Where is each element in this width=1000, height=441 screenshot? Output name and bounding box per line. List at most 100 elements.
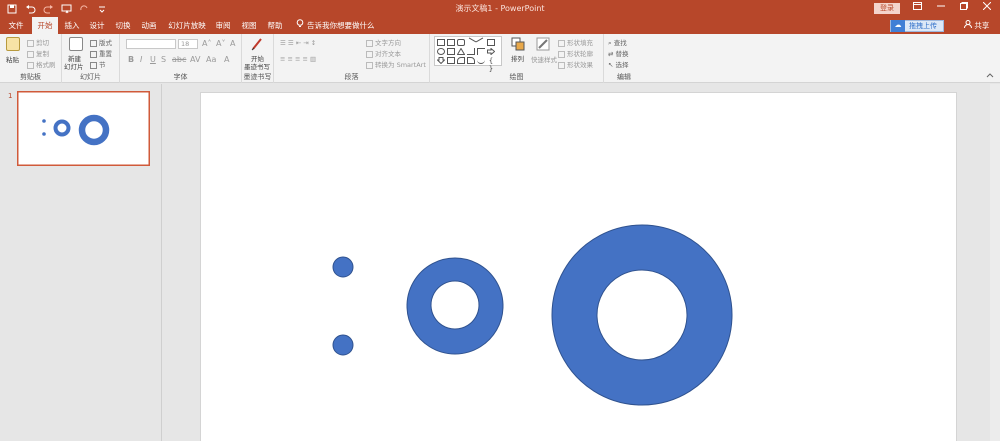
shape-elbow-icon[interactable] bbox=[467, 48, 475, 55]
quick-styles-button[interactable]: 快速样式 bbox=[531, 54, 557, 64]
slide-canvas[interactable] bbox=[200, 92, 957, 441]
replace-button[interactable]: ⇄ 替换 bbox=[608, 48, 629, 58]
shape-triangle-icon[interactable] bbox=[456, 47, 466, 55]
tab-view[interactable]: 视图 bbox=[238, 17, 260, 34]
shape-arrow-icon[interactable] bbox=[475, 37, 487, 48]
vertical-scrollbar[interactable] bbox=[990, 84, 1000, 441]
shape-curve-icon[interactable] bbox=[457, 57, 465, 64]
tab-review[interactable]: 审阅 bbox=[212, 17, 234, 34]
ribbon-display-options-icon[interactable] bbox=[910, 2, 924, 15]
arrange-button[interactable]: 排列 bbox=[511, 53, 524, 63]
shape-rect2-icon[interactable] bbox=[447, 48, 455, 55]
select-button[interactable]: ↖ 选择 bbox=[608, 59, 629, 69]
tab-home[interactable]: 开始 bbox=[32, 17, 58, 34]
start-inking-label2: 墨迹书写 bbox=[244, 63, 270, 71]
group-clipboard: 粘贴 剪切 复制 格式刷 剪贴板 bbox=[0, 34, 62, 83]
shape-elbow2-icon[interactable] bbox=[477, 48, 485, 55]
strikethrough-icon[interactable]: abc bbox=[172, 55, 186, 64]
small-circle-top bbox=[332, 256, 354, 278]
align-icons[interactable]: ≡ ≡ ≡ ≡ ▥ bbox=[280, 55, 316, 63]
shape-arc-icon[interactable] bbox=[467, 57, 475, 64]
close-icon[interactable] bbox=[980, 1, 994, 15]
clear-format-icon[interactable]: A bbox=[230, 39, 235, 48]
shape-rect-icon[interactable] bbox=[437, 39, 445, 46]
layout-label: 版式 bbox=[99, 39, 112, 47]
tab-insert[interactable]: 插入 bbox=[61, 17, 83, 34]
baidu-upload-button[interactable]: ☁ 拖拽上传 bbox=[890, 19, 944, 32]
arrange-icon[interactable] bbox=[511, 37, 525, 53]
font-name-input[interactable] bbox=[126, 39, 176, 49]
shape-down-arrow-icon[interactable] bbox=[436, 57, 446, 65]
shape-square-icon[interactable] bbox=[487, 39, 495, 46]
align-text-button[interactable]: 对齐文本 bbox=[366, 48, 401, 58]
new-slide-icon[interactable] bbox=[69, 37, 83, 51]
paste-icon[interactable] bbox=[6, 37, 20, 51]
tab-transitions[interactable]: 切换 bbox=[112, 17, 134, 34]
font-color-icon[interactable]: A bbox=[224, 55, 229, 64]
shape-oval-icon[interactable] bbox=[437, 48, 445, 55]
section-button[interactable]: 节 bbox=[90, 59, 106, 69]
find-label: 查找 bbox=[613, 39, 627, 47]
small-circle-bottom bbox=[332, 334, 354, 356]
pen-icon[interactable] bbox=[251, 37, 265, 53]
cut-label: 剪切 bbox=[36, 39, 49, 47]
shrink-font-icon[interactable]: A˅ bbox=[216, 39, 225, 48]
font-group-label: 字体 bbox=[173, 73, 188, 81]
tab-slide-show[interactable]: 幻灯片放映 bbox=[165, 17, 209, 34]
collapse-ribbon-icon[interactable] bbox=[986, 72, 994, 80]
format-painter-button[interactable]: 格式刷 bbox=[27, 59, 56, 69]
text-direction-icon bbox=[366, 39, 373, 47]
slide-thumbnail[interactable] bbox=[17, 91, 150, 168]
section-label: 节 bbox=[99, 61, 106, 69]
shape-wave-icon[interactable] bbox=[477, 57, 485, 64]
tab-design[interactable]: 设计 bbox=[86, 17, 108, 34]
share-button[interactable]: 共享 bbox=[964, 17, 989, 34]
effects-icon bbox=[558, 61, 565, 69]
shape-fill-button[interactable]: 形状填充 bbox=[558, 37, 593, 47]
shape-line-icon[interactable] bbox=[465, 37, 477, 48]
shape-right-arrow-icon[interactable] bbox=[487, 47, 496, 56]
tab-animations[interactable]: 动画 bbox=[138, 17, 160, 34]
change-case-icon[interactable]: Aa bbox=[206, 55, 216, 64]
tab-help[interactable]: 帮助 bbox=[264, 17, 286, 34]
shape-textbox-icon[interactable] bbox=[447, 39, 455, 46]
shape-effects-button[interactable]: 形状效果 bbox=[558, 59, 593, 69]
bullets-icon[interactable]: ☰ ☰ ⇤ ⇥ ↕ bbox=[280, 39, 316, 47]
char-spacing-icon[interactable]: AV bbox=[190, 55, 200, 64]
group-editing: ⌕ 查找 ⇄ 替换 ↖ 选择 编辑 bbox=[604, 34, 644, 83]
cut-button[interactable]: 剪切 bbox=[27, 37, 49, 47]
login-button[interactable]: 登录 bbox=[874, 3, 900, 14]
quick-styles-icon[interactable] bbox=[536, 37, 550, 53]
shape-rounded-rect-icon[interactable] bbox=[457, 39, 465, 46]
baidu-upload-label: 拖拽上传 bbox=[909, 22, 937, 30]
format-painter-label: 格式刷 bbox=[36, 61, 56, 69]
ribbon: 粘贴 剪切 复制 格式刷 剪贴板 新建 幻灯片 版式 重置 节 幻灯片 18 A… bbox=[0, 34, 1000, 83]
italic-icon[interactable]: I bbox=[140, 55, 142, 64]
font-size-input[interactable]: 18 bbox=[178, 39, 198, 49]
tab-file[interactable]: 文件 bbox=[4, 17, 28, 34]
replace-icon: ⇄ bbox=[608, 50, 616, 58]
bold-icon[interactable]: B bbox=[128, 55, 134, 64]
underline-icon[interactable]: U bbox=[150, 55, 156, 64]
paste-button[interactable]: 粘贴 bbox=[6, 54, 19, 64]
find-button[interactable]: ⌕ 查找 bbox=[608, 37, 627, 48]
text-direction-button[interactable]: 文字方向 bbox=[366, 37, 401, 47]
shape-brace-icon[interactable]: { } bbox=[487, 57, 495, 73]
reset-button[interactable]: 重置 bbox=[90, 48, 112, 58]
group-slides: 新建 幻灯片 版式 重置 节 幻灯片 bbox=[62, 34, 120, 83]
copy-button[interactable]: 复制 bbox=[27, 48, 49, 58]
shadow-icon[interactable]: S bbox=[161, 55, 166, 64]
shape-fill-label: 形状填充 bbox=[567, 39, 593, 47]
layout-button[interactable]: 版式 bbox=[90, 37, 112, 47]
minimize-icon[interactable] bbox=[934, 2, 948, 15]
shapes-gallery[interactable]: { } bbox=[434, 36, 502, 73]
paint-bucket-icon bbox=[558, 39, 565, 47]
restore-icon[interactable] bbox=[957, 2, 971, 15]
grow-font-icon[interactable]: A˄ bbox=[202, 39, 211, 48]
tell-me-box[interactable]: 告诉我你想要做什么 bbox=[296, 17, 375, 34]
shape-outline-button[interactable]: 形状轮廓 bbox=[558, 48, 593, 58]
smartart-button[interactable]: 转换为 SmartArt bbox=[366, 59, 426, 69]
slides-group-label: 幻灯片 bbox=[80, 73, 101, 81]
shape-flowchart-icon[interactable] bbox=[447, 57, 455, 64]
reset-icon bbox=[90, 50, 97, 58]
